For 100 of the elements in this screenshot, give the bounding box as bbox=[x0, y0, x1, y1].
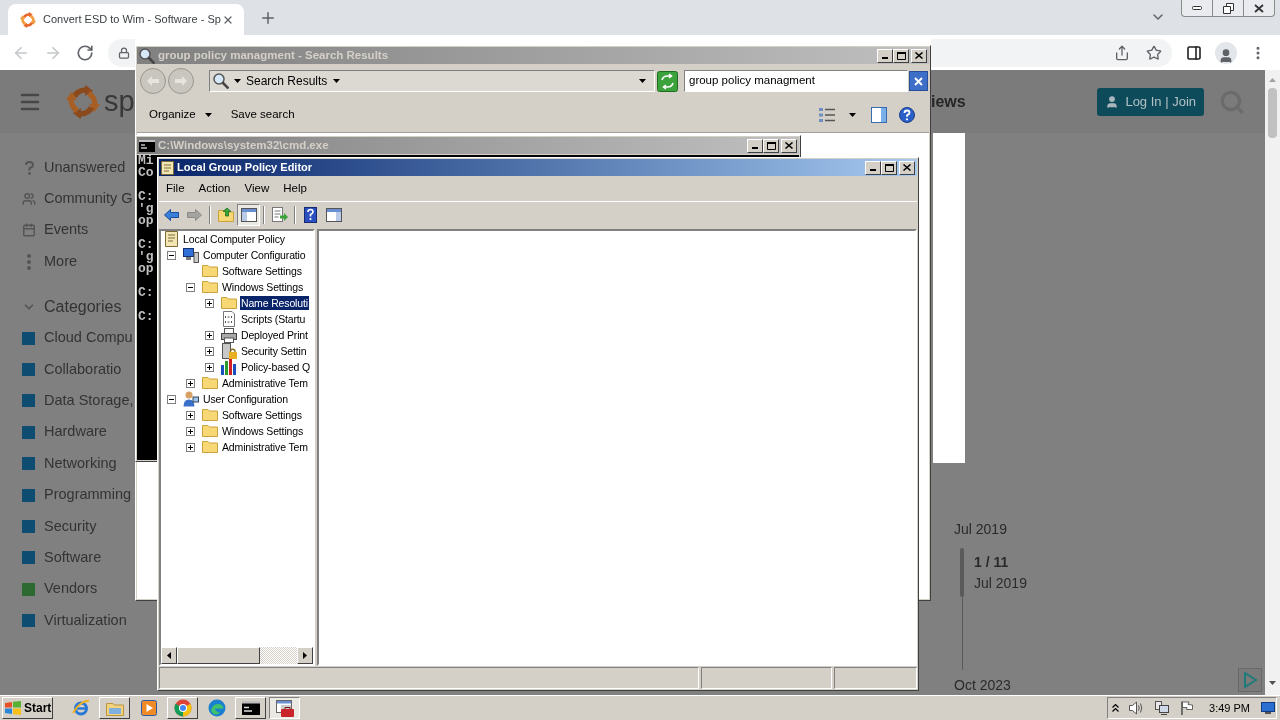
side-panel-icon[interactable] bbox=[1186, 44, 1202, 61]
plus-box-icon[interactable] bbox=[185, 442, 195, 452]
scroll-icon bbox=[161, 160, 174, 175]
web-browser-icon bbox=[71, 699, 90, 717]
minus-box-icon[interactable] bbox=[185, 282, 195, 292]
clear-button[interactable] bbox=[909, 71, 928, 91]
folder-icon bbox=[202, 409, 218, 421]
search-field[interactable]: group policy managment bbox=[684, 70, 908, 92]
minus-box-icon[interactable] bbox=[166, 394, 176, 404]
network-icon[interactable] bbox=[1155, 701, 1170, 715]
console-line: op bbox=[138, 215, 154, 227]
start-button[interactable]: Start bbox=[2, 697, 53, 719]
console-line: 'g bbox=[138, 203, 154, 215]
details-view-icon[interactable] bbox=[819, 107, 835, 123]
tree-item[interactable]: Security Settin bbox=[240, 344, 308, 358]
scrollbar-thumb[interactable] bbox=[177, 647, 260, 664]
plus-box-icon[interactable] bbox=[185, 426, 195, 436]
restore-icon bbox=[1222, 2, 1234, 14]
plus-box-icon[interactable] bbox=[204, 330, 214, 340]
minimize-button[interactable] bbox=[747, 138, 763, 153]
tree-item[interactable]: Deployed Print bbox=[240, 328, 309, 342]
tree-item[interactable]: Policy-based Q bbox=[240, 360, 312, 374]
timeline-end-date: Oct 2023 bbox=[954, 676, 1011, 694]
back-arrow-icon bbox=[164, 208, 179, 221]
minus-box-icon[interactable] bbox=[166, 250, 176, 260]
scroll-left-button[interactable] bbox=[161, 647, 177, 664]
tree-item[interactable]: Computer Configuratio bbox=[202, 248, 307, 262]
down-arrow-icon[interactable] bbox=[1269, 681, 1276, 685]
tree-item[interactable]: Software Settings bbox=[221, 408, 303, 422]
minimize-icon bbox=[882, 57, 888, 59]
caret-icon bbox=[234, 79, 241, 83]
console-line: Mi bbox=[138, 155, 154, 167]
plus-box-icon[interactable] bbox=[204, 362, 214, 372]
caret-icon bbox=[639, 79, 646, 83]
profile-avatar[interactable] bbox=[1215, 41, 1237, 64]
help-icon[interactable] bbox=[899, 107, 915, 123]
lock-icon[interactable] bbox=[118, 46, 130, 59]
reload-icon[interactable] bbox=[76, 43, 94, 62]
minimize-button[interactable] bbox=[877, 48, 893, 63]
login-button[interactable]: Log In | Join bbox=[1097, 87, 1204, 116]
horizontal-scrollbar[interactable] bbox=[161, 647, 313, 664]
forward-arrow-icon bbox=[187, 208, 202, 221]
page-scrollbar[interactable] bbox=[1265, 70, 1280, 695]
window-title: group policy managment - Search Results bbox=[158, 49, 389, 62]
menu-item[interactable]: File bbox=[159, 178, 192, 200]
timeline-marker[interactable] bbox=[960, 548, 964, 597]
user-icon bbox=[1105, 94, 1120, 109]
tree-button[interactable] bbox=[237, 203, 260, 226]
refresh-icon[interactable] bbox=[657, 70, 678, 92]
tree-item[interactable]: Scripts (Startu bbox=[240, 312, 307, 326]
scroll-right-button[interactable] bbox=[297, 647, 313, 664]
user-computer-icon bbox=[183, 391, 199, 407]
tree-item[interactable]: Windows Settings bbox=[221, 424, 305, 438]
maximize-button[interactable] bbox=[893, 48, 909, 63]
clock[interactable]: 3:49 PM bbox=[1209, 699, 1250, 717]
breadcrumb-item[interactable]: Search Results bbox=[246, 72, 328, 90]
minimize-button[interactable] bbox=[865, 160, 881, 175]
plus-box-icon[interactable] bbox=[204, 298, 214, 308]
plus-box-icon[interactable] bbox=[185, 410, 195, 420]
folder-icon bbox=[202, 425, 218, 437]
tree-item[interactable]: Windows Settings bbox=[221, 280, 305, 294]
plus-box-icon[interactable] bbox=[204, 346, 214, 356]
folder-icon bbox=[202, 441, 218, 453]
play-icon bbox=[140, 700, 157, 716]
toolbox-window-icon bbox=[275, 699, 294, 717]
menu-item[interactable]: Action bbox=[191, 178, 238, 200]
command-button[interactable]: Save search bbox=[227, 103, 298, 127]
browser-tab[interactable]: Convert ESD to Wim - Software - Sp bbox=[8, 4, 244, 35]
left-triangle-icon bbox=[167, 652, 171, 659]
maximize-button[interactable] bbox=[763, 138, 779, 153]
tree-item[interactable]: Name Resoluti bbox=[240, 296, 309, 310]
tree-item[interactable]: Software Settings bbox=[221, 264, 303, 278]
help-book-icon bbox=[304, 206, 317, 223]
command-button[interactable]: Organize bbox=[146, 103, 215, 127]
flag-icon[interactable] bbox=[1181, 701, 1194, 715]
right-arrow-icon bbox=[175, 76, 187, 86]
menu-item[interactable]: View bbox=[237, 178, 277, 200]
folder-icon bbox=[202, 377, 218, 389]
start-logo-icon bbox=[5, 701, 21, 715]
tree-item[interactable]: User Configuration bbox=[202, 392, 289, 406]
address-bar[interactable] bbox=[108, 38, 135, 67]
tree-item[interactable]: Administrative Tem bbox=[221, 440, 309, 454]
chevron-up-icon[interactable] bbox=[1112, 704, 1120, 712]
nav-link[interactable]: iews bbox=[931, 89, 966, 114]
tree-item[interactable]: Local Computer Policy bbox=[182, 232, 286, 246]
timeline-start-date: Jul 2019 bbox=[954, 520, 1007, 538]
search-icon bbox=[213, 73, 229, 89]
plus-box-icon[interactable] bbox=[185, 378, 195, 388]
scrollbar-thumb[interactable] bbox=[1268, 88, 1277, 138]
share-icon[interactable] bbox=[1114, 44, 1130, 61]
maximize-button[interactable] bbox=[881, 160, 897, 175]
menu-item[interactable]: Help bbox=[276, 178, 314, 200]
monitor-icon[interactable] bbox=[1261, 702, 1275, 714]
speaker-icon[interactable] bbox=[1129, 701, 1144, 715]
preview-pane-icon[interactable] bbox=[871, 107, 887, 123]
left-arrow-icon bbox=[147, 76, 159, 86]
address-bar[interactable]: Search Results bbox=[209, 70, 655, 92]
computer-icon bbox=[183, 247, 199, 263]
tree-item[interactable]: Administrative Tem bbox=[221, 376, 309, 390]
star-icon[interactable] bbox=[1146, 44, 1162, 61]
